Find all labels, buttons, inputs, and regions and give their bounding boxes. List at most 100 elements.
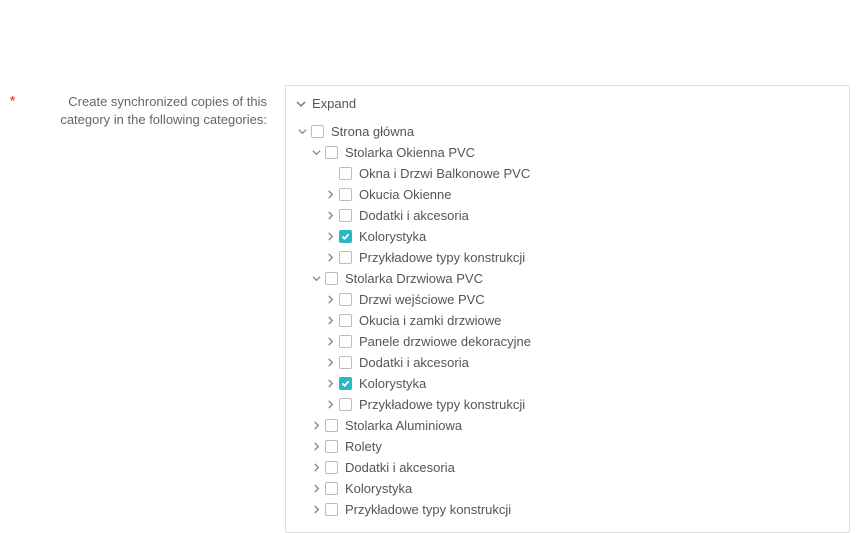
category-checkbox[interactable] [339, 188, 352, 201]
chevron-right-icon[interactable] [324, 358, 336, 367]
chevron-right-icon[interactable] [310, 484, 322, 493]
tree-node-row: Drzwi wejściowe PVC [324, 289, 839, 310]
tree-node-row: Kolorystyka [324, 226, 839, 247]
category-checkbox[interactable] [339, 377, 352, 390]
category-label[interactable]: Przykładowe typy konstrukcji [345, 502, 511, 517]
category-checkbox[interactable] [339, 398, 352, 411]
expand-toggle[interactable]: Expand [296, 94, 839, 117]
tree-node: Panele drzwiowe dekoracyjne [324, 331, 839, 352]
field-label: Create synchronized copies of this categ… [21, 93, 267, 129]
tree-node-row: Przykładowe typy konstrukcji [324, 394, 839, 415]
category-tree: Strona główna Stolarka Okienna PVC Okna i … [296, 117, 839, 520]
tree-node-row: Przykładowe typy konstrukcji [324, 247, 839, 268]
category-checkbox[interactable] [325, 482, 338, 495]
tree-node: Okucia Okienne [324, 184, 839, 205]
chevron-right-icon[interactable] [310, 463, 322, 472]
tree-node-row: Kolorystyka [310, 478, 839, 499]
category-checkbox[interactable] [339, 335, 352, 348]
tree-node: Kolorystyka [324, 226, 839, 247]
category-label[interactable]: Przykładowe typy konstrukcji [359, 250, 525, 265]
tree-node-row: Stolarka Okienna PVC [310, 142, 839, 163]
tree-node: Okna i Drzwi Balkonowe PVC [324, 163, 839, 184]
category-label[interactable]: Panele drzwiowe dekoracyjne [359, 334, 531, 349]
chevron-right-icon[interactable] [324, 190, 336, 199]
tree-node: Okucia i zamki drzwiowe [324, 310, 839, 331]
category-checkbox[interactable] [325, 272, 338, 285]
tree-node: Strona główna Stolarka Okienna PVC Okna i … [296, 121, 839, 520]
chevron-right-icon[interactable] [324, 295, 336, 304]
chevron-right-icon[interactable] [310, 421, 322, 430]
tree-node: Przykładowe typy konstrukcji [310, 499, 839, 520]
category-checkbox[interactable] [339, 209, 352, 222]
category-checkbox[interactable] [339, 293, 352, 306]
chevron-right-icon[interactable] [324, 232, 336, 241]
tree-node-row: Dodatki i akcesoria [310, 457, 839, 478]
chevron-right-icon[interactable] [324, 316, 336, 325]
chevron-right-icon[interactable] [324, 379, 336, 388]
tree-node: Drzwi wejściowe PVC [324, 289, 839, 310]
tree-node-row: Stolarka Aluminiowa [310, 415, 839, 436]
tree-node: Stolarka Drzwiowa PVC Drzwi wejściowe PVC… [310, 268, 839, 415]
category-label[interactable]: Stolarka Okienna PVC [345, 145, 475, 160]
tree-node-row: Okucia i zamki drzwiowe [324, 310, 839, 331]
category-label[interactable]: Dodatki i akcesoria [359, 355, 469, 370]
category-checkbox[interactable] [339, 230, 352, 243]
required-asterisk: * [10, 93, 15, 108]
tree-node: Dodatki i akcesoria [324, 352, 839, 373]
chevron-down-icon[interactable] [310, 274, 322, 283]
tree-node: Stolarka Aluminiowa [310, 415, 839, 436]
field-label-column: * Create synchronized copies of this cat… [10, 85, 285, 533]
category-checkbox[interactable] [339, 356, 352, 369]
category-checkbox[interactable] [311, 125, 324, 138]
chevron-right-icon[interactable] [324, 337, 336, 346]
category-label[interactable]: Okna i Drzwi Balkonowe PVC [359, 166, 530, 181]
category-checkbox[interactable] [325, 419, 338, 432]
category-label[interactable]: Strona główna [331, 124, 414, 139]
chevron-right-icon[interactable] [324, 400, 336, 409]
category-checkbox[interactable] [325, 461, 338, 474]
category-checkbox[interactable] [339, 314, 352, 327]
tree-children: Okna i Drzwi Balkonowe PVC Okucia Okienne… [310, 163, 839, 268]
tree-node: Dodatki i akcesoria [324, 205, 839, 226]
tree-node-row: Okna i Drzwi Balkonowe PVC [324, 163, 839, 184]
category-label[interactable]: Dodatki i akcesoria [345, 460, 455, 475]
tree-node-row: Okucia Okienne [324, 184, 839, 205]
tree-node-row: Kolorystyka [324, 373, 839, 394]
category-label[interactable]: Drzwi wejściowe PVC [359, 292, 485, 307]
category-checkbox[interactable] [325, 440, 338, 453]
tree-node-row: Przykładowe typy konstrukcji [310, 499, 839, 520]
chevron-right-icon[interactable] [310, 505, 322, 514]
category-label[interactable]: Kolorystyka [345, 481, 412, 496]
category-label[interactable]: Okucia Okienne [359, 187, 452, 202]
category-label[interactable]: Stolarka Drzwiowa PVC [345, 271, 483, 286]
category-checkbox[interactable] [325, 146, 338, 159]
tree-node-row: Rolety [310, 436, 839, 457]
tree-node-row: Dodatki i akcesoria [324, 205, 839, 226]
category-label[interactable]: Dodatki i akcesoria [359, 208, 469, 223]
category-checkbox[interactable] [325, 503, 338, 516]
category-label[interactable]: Stolarka Aluminiowa [345, 418, 462, 433]
chevron-right-icon[interactable] [324, 253, 336, 262]
category-label[interactable]: Kolorystyka [359, 376, 426, 391]
tree-node: Przykładowe typy konstrukcji [324, 247, 839, 268]
tree-node: Stolarka Okienna PVC Okna i Drzwi Balkono… [310, 142, 839, 268]
tree-node-row: Dodatki i akcesoria [324, 352, 839, 373]
category-label[interactable]: Przykładowe typy konstrukcji [359, 397, 525, 412]
category-label[interactable]: Rolety [345, 439, 382, 454]
expand-label: Expand [312, 96, 356, 111]
tree-node: Rolety [310, 436, 839, 457]
category-checkbox[interactable] [339, 167, 352, 180]
category-label[interactable]: Okucia i zamki drzwiowe [359, 313, 501, 328]
chevron-down-icon[interactable] [310, 148, 322, 157]
category-label[interactable]: Kolorystyka [359, 229, 426, 244]
chevron-right-icon[interactable] [310, 442, 322, 451]
tree-node: Dodatki i akcesoria [310, 457, 839, 478]
tree-node: Kolorystyka [324, 373, 839, 394]
category-checkbox[interactable] [339, 251, 352, 264]
chevron-down-icon[interactable] [296, 127, 308, 136]
chevron-down-icon [296, 99, 306, 109]
tree-node: Przykładowe typy konstrukcji [324, 394, 839, 415]
chevron-right-icon[interactable] [324, 211, 336, 220]
tree-children: Stolarka Okienna PVC Okna i Drzwi Balkono… [296, 142, 839, 520]
tree-node: Kolorystyka [310, 478, 839, 499]
